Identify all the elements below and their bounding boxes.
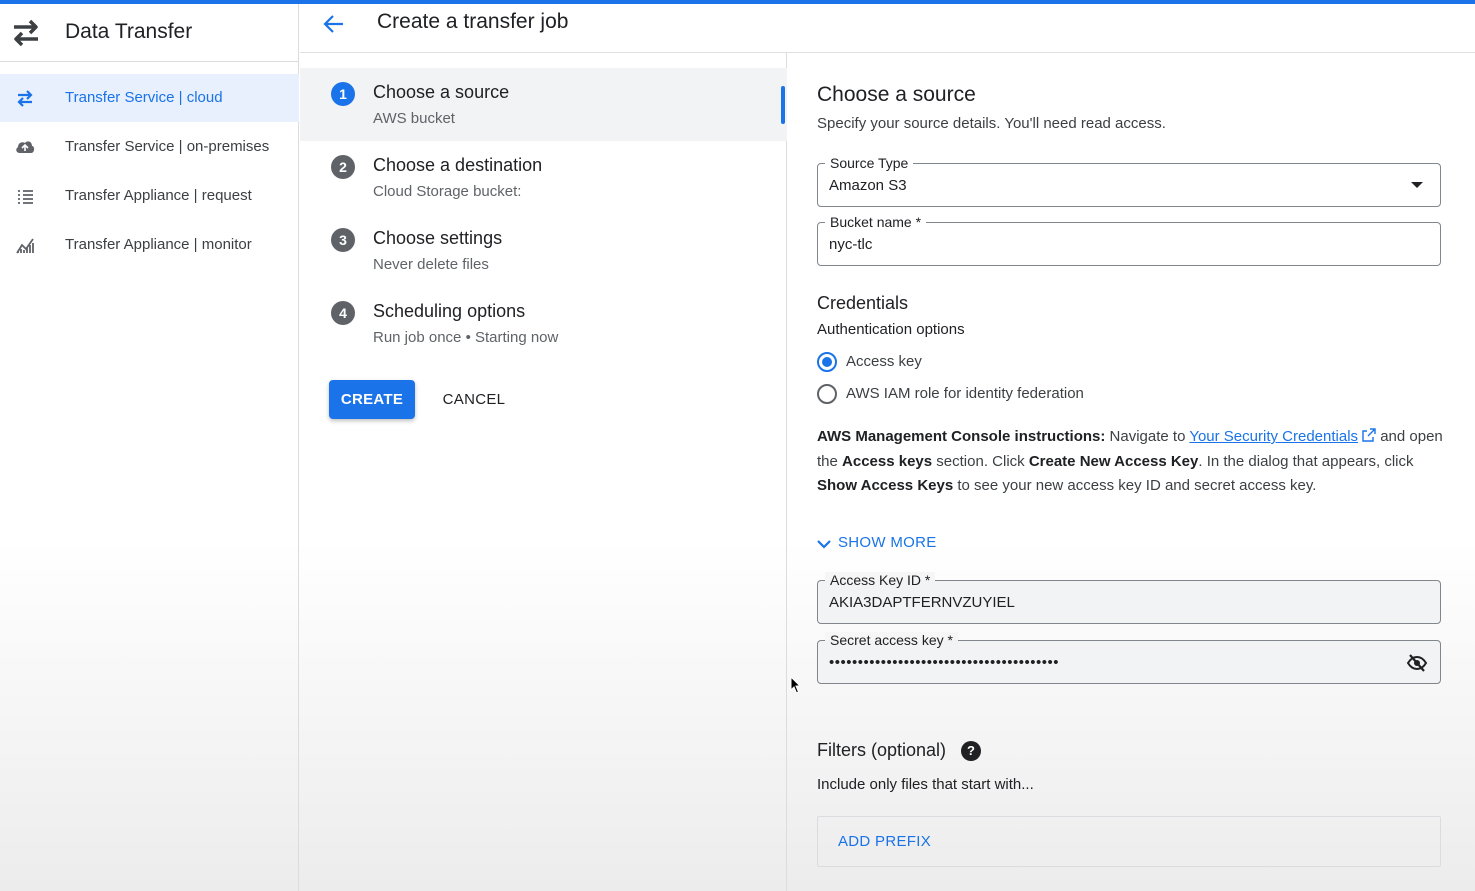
sidebar-item-transfer-appliance-request[interactable]: Transfer Appliance | request bbox=[0, 172, 299, 220]
form-title: Choose a source bbox=[817, 83, 976, 106]
back-arrow-icon[interactable] bbox=[320, 10, 348, 38]
sidebar-item-label: Transfer Service | on-premises bbox=[65, 138, 270, 155]
page-header: Create a transfer job bbox=[300, 4, 1475, 53]
bucket-name-input[interactable]: Bucket name * nyc-tlc bbox=[817, 214, 1441, 266]
form-description: Specify your source details. You'll need… bbox=[817, 115, 1166, 132]
sidebar-item-label: Transfer Service | cloud bbox=[65, 89, 223, 106]
field-label: Secret access key * bbox=[825, 632, 958, 648]
step-subtitle: Cloud Storage bucket: bbox=[373, 183, 522, 200]
field-label: Access Key ID * bbox=[825, 572, 936, 588]
step-title: Choose settings bbox=[373, 228, 503, 248]
visibility-off-icon[interactable] bbox=[1406, 652, 1428, 674]
step-subtitle: AWS bucket bbox=[373, 110, 455, 127]
step-title: Scheduling options bbox=[373, 301, 526, 321]
instructions-text: section. Click bbox=[932, 452, 1029, 470]
auth-options-label: Authentication options bbox=[817, 321, 965, 338]
step-choose-source[interactable]: 1 Choose a source AWS bucket bbox=[300, 68, 787, 141]
radio-label: Access key bbox=[846, 353, 922, 370]
app-title: Data Transfer bbox=[65, 20, 193, 43]
show-more-button[interactable]: SHOW MORE bbox=[815, 533, 955, 555]
field-value: Amazon S3 bbox=[829, 177, 907, 194]
step-title: Choose a source bbox=[373, 82, 510, 102]
radio-unchecked-icon bbox=[817, 384, 837, 404]
step-subtitle: Never delete files bbox=[373, 256, 489, 273]
source-type-select[interactable]: Source Type Amazon S3 bbox=[817, 155, 1441, 207]
security-credentials-link[interactable]: Your Security Credentials bbox=[1189, 428, 1358, 445]
field-label: Source Type bbox=[825, 155, 914, 171]
instructions-text: to see your new access key ID and secret… bbox=[953, 477, 1317, 494]
step-number: 4 bbox=[331, 301, 355, 325]
stepper: 1 Choose a source AWS bucket 2 Choose a … bbox=[300, 53, 787, 891]
field-value: nyc-tlc bbox=[829, 236, 873, 253]
help-icon[interactable]: ? bbox=[961, 741, 981, 761]
step-title: Choose a destination bbox=[373, 155, 543, 175]
access-key-radio[interactable]: Access key bbox=[817, 352, 1117, 374]
sidebar-item-transfer-appliance-monitor[interactable]: Transfer Appliance | monitor bbox=[0, 221, 299, 269]
list-icon bbox=[18, 190, 33, 204]
sidebar-item-label: Transfer Appliance | request bbox=[65, 187, 252, 204]
step-number: 3 bbox=[331, 228, 355, 252]
secret-access-key-input[interactable]: Secret access key * ••••••••••••••••••••… bbox=[817, 632, 1441, 684]
radio-checked-icon bbox=[817, 352, 837, 372]
data-transfer-icon bbox=[14, 19, 38, 47]
instructions-lead: AWS Management Console instructions: bbox=[817, 428, 1106, 445]
chart-icon bbox=[16, 238, 34, 254]
sidebar-item-label: Transfer Appliance | monitor bbox=[65, 236, 252, 253]
add-prefix-button[interactable]: ADD PREFIX bbox=[817, 816, 1441, 867]
step-choose-settings[interactable]: 3 Choose settings Never delete files bbox=[300, 214, 787, 287]
sidebar-header: Data Transfer bbox=[0, 4, 299, 62]
active-step-indicator bbox=[781, 86, 785, 124]
sidebar-item-transfer-service-on-premises[interactable]: Transfer Service | on-premises bbox=[0, 123, 299, 171]
radio-label: AWS IAM role for identity federation bbox=[846, 385, 1084, 402]
page-title: Create a transfer job bbox=[377, 10, 569, 33]
credentials-heading: Credentials bbox=[817, 293, 909, 313]
step-number: 2 bbox=[331, 155, 355, 179]
step-choose-destination[interactable]: 2 Choose a destination Cloud Storage buc… bbox=[300, 141, 787, 214]
mouse-cursor-icon bbox=[790, 676, 802, 694]
step-scheduling-options[interactable]: 4 Scheduling options Run job once • Star… bbox=[300, 287, 787, 360]
sidebar-item-transfer-service-cloud[interactable]: Transfer Service | cloud bbox=[0, 74, 299, 122]
instructions-bold: Show Access Keys bbox=[817, 477, 954, 494]
cancel-button[interactable]: CANCEL bbox=[433, 380, 515, 419]
sidebar: Data Transfer Transfer Service | cloud T… bbox=[0, 4, 299, 891]
filters-heading: Filters (optional) bbox=[817, 740, 947, 760]
field-value: AKIA3DAPTFERNVZUYIEL bbox=[829, 594, 1015, 611]
show-more-label: SHOW MORE bbox=[838, 534, 937, 551]
dropdown-arrow-icon bbox=[1411, 182, 1423, 188]
filters-subtitle: Include only files that start with... bbox=[817, 776, 1034, 793]
step-number: 1 bbox=[331, 82, 355, 106]
instructions-bold: Create New Access Key bbox=[1028, 452, 1199, 470]
field-label: Bucket name * bbox=[825, 214, 927, 230]
step-subtitle: Run job once • Starting now bbox=[373, 329, 559, 346]
instructions-bold: Access keys bbox=[842, 452, 933, 470]
instructions-text: Navigate to bbox=[1105, 428, 1190, 445]
aws-iam-role-radio[interactable]: AWS IAM role for identity federation bbox=[817, 384, 1137, 406]
chevron-down-icon bbox=[817, 540, 831, 549]
swap-icon bbox=[17, 90, 33, 107]
create-button[interactable]: CREATE bbox=[329, 380, 415, 419]
cloud-upload-icon bbox=[16, 141, 35, 153]
source-form: Choose a source Specify your source deta… bbox=[788, 53, 1475, 891]
external-link-icon bbox=[1362, 428, 1376, 442]
field-value: •••••••••••••••••••••••••••••••••••••••• bbox=[829, 654, 1060, 671]
access-key-id-input[interactable]: Access Key ID * AKIA3DAPTFERNVZUYIEL bbox=[817, 572, 1441, 624]
instructions-text: . In the dialog that appears, click bbox=[1198, 452, 1414, 470]
aws-console-instructions: AWS Management Console instructions: Nav… bbox=[817, 425, 1447, 499]
